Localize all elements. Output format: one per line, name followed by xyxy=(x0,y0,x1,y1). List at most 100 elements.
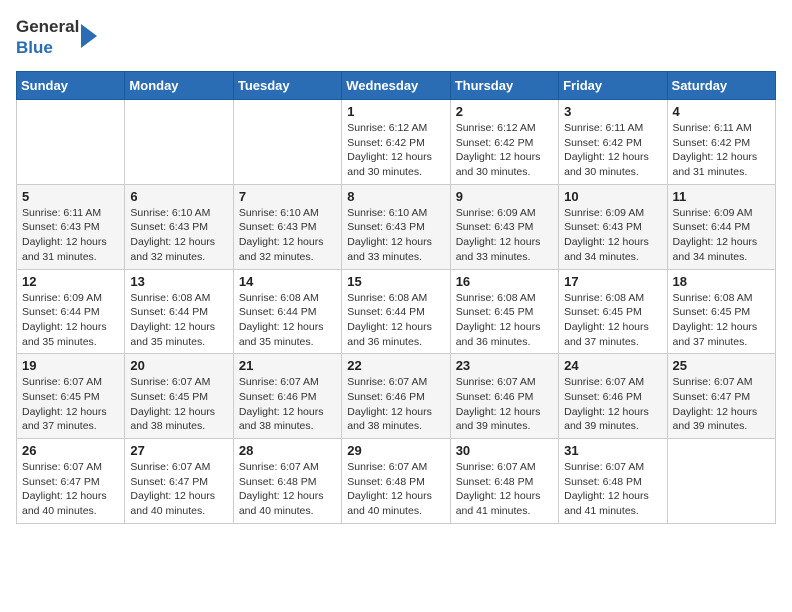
calendar-day-31: 31Sunrise: 6:07 AM Sunset: 6:48 PM Dayli… xyxy=(559,439,667,524)
day-number: 30 xyxy=(456,443,553,458)
day-number: 18 xyxy=(673,274,770,289)
day-info: Sunrise: 6:07 AM Sunset: 6:46 PM Dayligh… xyxy=(347,375,444,434)
day-info: Sunrise: 6:11 AM Sunset: 6:42 PM Dayligh… xyxy=(564,121,661,180)
calendar-day-27: 27 Sunrise: 6:07 AM Sunset: 6:47 PM Dayli… xyxy=(125,439,233,524)
day-info: Sunrise: 6:07 AM Sunset: 6:48 PM Dayligh… xyxy=(239,460,336,519)
day-number: 27 xyxy=(130,443,227,458)
calendar-day-28: 28 Sunrise: 6:07 AM Sunset: 6:48 PM Dayli… xyxy=(233,439,341,524)
day-info: Sunrise: 6:08 AM Sunset: 6:45 PM Dayligh… xyxy=(456,291,553,350)
header-day-wednesday: Wednesday xyxy=(342,72,450,100)
calendar-day-8: 8 Sunrise: 6:10 AM Sunset: 6:43 PM Daylig… xyxy=(342,184,450,269)
day-number: 14 xyxy=(239,274,336,289)
calendar-day-10: 10Sunrise: 6:09 AM Sunset: 6:43 PM Dayli… xyxy=(559,184,667,269)
calendar-day-29: 29 Sunrise: 6:07 AM Sunset: 6:48 PM Dayli… xyxy=(342,439,450,524)
calendar-day-1: 1 Sunrise: 6:12 AM Sunset: 6:42 PM Daylig… xyxy=(342,100,450,185)
header-row: SundayMondayTuesdayWednesdayThursdayFrid… xyxy=(17,72,776,100)
day-info: Sunrise: 6:07 AM Sunset: 6:45 PM Dayligh… xyxy=(22,375,119,434)
empty-cell xyxy=(125,100,233,185)
day-info: Sunrise: 6:07 AM Sunset: 6:47 PM Dayligh… xyxy=(130,460,227,519)
calendar-day-20: 20Sunrise: 6:07 AM Sunset: 6:45 PM Dayli… xyxy=(125,354,233,439)
day-info: Sunrise: 6:11 AM Sunset: 6:42 PM Dayligh… xyxy=(673,121,770,180)
day-info: Sunrise: 6:12 AM Sunset: 6:42 PM Dayligh… xyxy=(347,121,444,180)
day-number: 19 xyxy=(22,358,119,373)
day-info: Sunrise: 6:07 AM Sunset: 6:47 PM Dayligh… xyxy=(22,460,119,519)
day-number: 8 xyxy=(347,189,444,204)
day-info: Sunrise: 6:07 AM Sunset: 6:46 PM Dayligh… xyxy=(456,375,553,434)
page-header: General Blue xyxy=(16,16,776,59)
calendar-day-13: 13 Sunrise: 6:08 AM Sunset: 6:44 PM Dayli… xyxy=(125,269,233,354)
logo-general: General xyxy=(16,17,79,37)
calendar-day-7: 7 Sunrise: 6:10 AM Sunset: 6:43 PM Daylig… xyxy=(233,184,341,269)
day-info: Sunrise: 6:08 AM Sunset: 6:44 PM Dayligh… xyxy=(130,291,227,350)
day-info: Sunrise: 6:07 AM Sunset: 6:46 PM Dayligh… xyxy=(239,375,336,434)
calendar-day-18: 18Sunrise: 6:08 AM Sunset: 6:45 PM Dayli… xyxy=(667,269,775,354)
calendar-table: SundayMondayTuesdayWednesdayThursdayFrid… xyxy=(16,71,776,524)
calendar-day-15: 15Sunrise: 6:08 AM Sunset: 6:44 PM Dayli… xyxy=(342,269,450,354)
calendar-week-5: 26 Sunrise: 6:07 AM Sunset: 6:47 PM Dayli… xyxy=(17,439,776,524)
day-number: 16 xyxy=(456,274,553,289)
calendar-day-12: 12Sunrise: 6:09 AM Sunset: 6:44 PM Dayli… xyxy=(17,269,125,354)
day-number: 17 xyxy=(564,274,661,289)
header-day-monday: Monday xyxy=(125,72,233,100)
calendar-day-21: 21 Sunrise: 6:07 AM Sunset: 6:46 PM Dayli… xyxy=(233,354,341,439)
day-number: 5 xyxy=(22,189,119,204)
calendar-day-16: 16 Sunrise: 6:08 AM Sunset: 6:45 PM Dayli… xyxy=(450,269,558,354)
day-number: 26 xyxy=(22,443,119,458)
day-info: Sunrise: 6:10 AM Sunset: 6:43 PM Dayligh… xyxy=(347,206,444,265)
day-info: Sunrise: 6:07 AM Sunset: 6:47 PM Dayligh… xyxy=(673,375,770,434)
day-info: Sunrise: 6:07 AM Sunset: 6:48 PM Dayligh… xyxy=(456,460,553,519)
calendar-day-19: 19 Sunrise: 6:07 AM Sunset: 6:45 PM Dayli… xyxy=(17,354,125,439)
day-number: 10 xyxy=(564,189,661,204)
day-info: Sunrise: 6:12 AM Sunset: 6:42 PM Dayligh… xyxy=(456,121,553,180)
calendar-day-25: 25 Sunrise: 6:07 AM Sunset: 6:47 PM Dayli… xyxy=(667,354,775,439)
calendar-day-5: 5Sunrise: 6:11 AM Sunset: 6:43 PM Daylig… xyxy=(17,184,125,269)
calendar-day-22: 22 Sunrise: 6:07 AM Sunset: 6:46 PM Dayli… xyxy=(342,354,450,439)
day-number: 28 xyxy=(239,443,336,458)
day-number: 23 xyxy=(456,358,553,373)
day-info: Sunrise: 6:08 AM Sunset: 6:45 PM Dayligh… xyxy=(564,291,661,350)
calendar-header: SundayMondayTuesdayWednesdayThursdayFrid… xyxy=(17,72,776,100)
day-number: 7 xyxy=(239,189,336,204)
header-day-saturday: Saturday xyxy=(667,72,775,100)
day-number: 2 xyxy=(456,104,553,119)
day-number: 6 xyxy=(130,189,227,204)
day-number: 25 xyxy=(673,358,770,373)
day-number: 29 xyxy=(347,443,444,458)
day-info: Sunrise: 6:07 AM Sunset: 6:45 PM Dayligh… xyxy=(130,375,227,434)
day-number: 4 xyxy=(673,104,770,119)
calendar-day-30: 30 Sunrise: 6:07 AM Sunset: 6:48 PM Dayli… xyxy=(450,439,558,524)
calendar-day-2: 2 Sunrise: 6:12 AM Sunset: 6:42 PM Daylig… xyxy=(450,100,558,185)
empty-cell xyxy=(17,100,125,185)
day-info: Sunrise: 6:07 AM Sunset: 6:48 PM Dayligh… xyxy=(564,460,661,519)
day-info: Sunrise: 6:09 AM Sunset: 6:44 PM Dayligh… xyxy=(673,206,770,265)
logo-arrow xyxy=(81,18,103,59)
header-day-thursday: Thursday xyxy=(450,72,558,100)
calendar-body: 1 Sunrise: 6:12 AM Sunset: 6:42 PM Daylig… xyxy=(17,100,776,524)
day-info: Sunrise: 6:07 AM Sunset: 6:48 PM Dayligh… xyxy=(347,460,444,519)
calendar-day-24: 24 Sunrise: 6:07 AM Sunset: 6:46 PM Dayli… xyxy=(559,354,667,439)
day-info: Sunrise: 6:07 AM Sunset: 6:46 PM Dayligh… xyxy=(564,375,661,434)
day-number: 12 xyxy=(22,274,119,289)
day-info: Sunrise: 6:10 AM Sunset: 6:43 PM Dayligh… xyxy=(239,206,336,265)
day-number: 11 xyxy=(673,189,770,204)
calendar-week-3: 12Sunrise: 6:09 AM Sunset: 6:44 PM Dayli… xyxy=(17,269,776,354)
day-number: 3 xyxy=(564,104,661,119)
header-day-friday: Friday xyxy=(559,72,667,100)
day-number: 21 xyxy=(239,358,336,373)
calendar-week-4: 19 Sunrise: 6:07 AM Sunset: 6:45 PM Dayli… xyxy=(17,354,776,439)
empty-cell xyxy=(233,100,341,185)
calendar-day-17: 17 Sunrise: 6:08 AM Sunset: 6:45 PM Dayli… xyxy=(559,269,667,354)
calendar-day-14: 14Sunrise: 6:08 AM Sunset: 6:44 PM Dayli… xyxy=(233,269,341,354)
calendar-day-3: 3 Sunrise: 6:11 AM Sunset: 6:42 PM Daylig… xyxy=(559,100,667,185)
logo-arrow-svg xyxy=(81,18,103,54)
day-number: 13 xyxy=(130,274,227,289)
day-number: 24 xyxy=(564,358,661,373)
calendar-day-4: 4 Sunrise: 6:11 AM Sunset: 6:42 PM Daylig… xyxy=(667,100,775,185)
day-number: 1 xyxy=(347,104,444,119)
day-info: Sunrise: 6:09 AM Sunset: 6:43 PM Dayligh… xyxy=(456,206,553,265)
logo-wrapper: General Blue xyxy=(16,16,103,59)
day-number: 22 xyxy=(347,358,444,373)
empty-cell xyxy=(667,439,775,524)
header-day-sunday: Sunday xyxy=(17,72,125,100)
calendar-week-2: 5Sunrise: 6:11 AM Sunset: 6:43 PM Daylig… xyxy=(17,184,776,269)
